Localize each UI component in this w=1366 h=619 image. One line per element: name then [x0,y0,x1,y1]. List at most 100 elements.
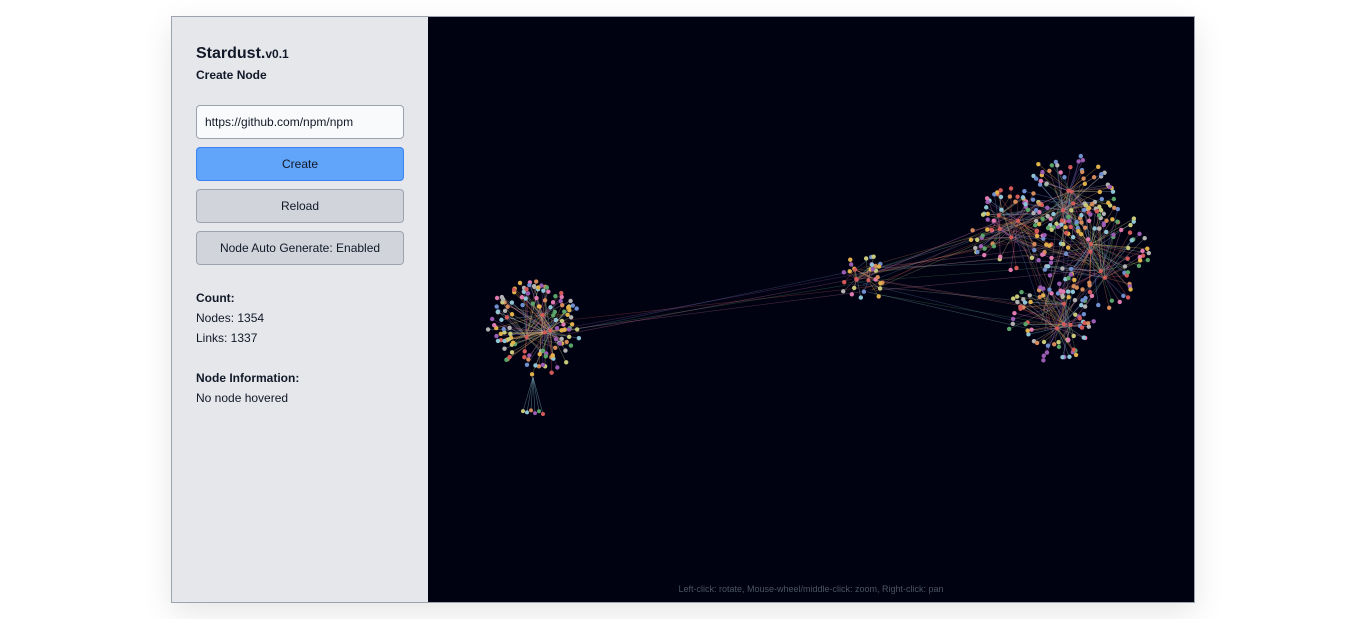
graph-node [1078,153,1083,159]
graph-node [1071,347,1076,352]
graph-link [538,291,866,334]
graph-node [559,294,564,300]
graph-node [495,309,501,315]
graph-node [1073,312,1078,317]
graph-node [1077,316,1083,321]
graph-node [1056,339,1061,345]
graph-node [1121,293,1126,299]
graph-node [869,262,875,268]
graph-node [519,294,525,300]
graph-node [1145,246,1150,251]
graph-node [553,336,559,342]
graph-node [1128,287,1133,292]
repo-url-input[interactable] [196,105,404,139]
graph-node [1044,242,1049,247]
graph-node [1072,277,1077,283]
graph-node [1042,233,1047,238]
graph-node [1063,251,1069,256]
graph-canvas[interactable]: Left-click: rotate, Mouse-wheel/middle-c… [428,17,1194,602]
graph-node [1047,273,1053,278]
graph-node [1033,223,1038,228]
graph-node [1047,287,1052,292]
app-version: v0.1 [265,47,289,61]
graph-node [1145,257,1151,263]
graph-node [1037,201,1042,206]
graph-node [1047,168,1052,174]
graph-node [970,228,975,233]
graph-visualization[interactable] [428,17,1194,602]
controls-hint: Left-click: rotate, Mouse-wheel/middle-c… [678,584,944,594]
graph-node [560,302,565,308]
graph-node [1104,229,1109,235]
nodes-count: Nodes: 1354 [196,311,265,325]
graph-node [502,346,507,351]
graph-node [1023,202,1028,207]
graph-node [1086,324,1092,329]
graph-node [1081,176,1086,181]
graph-node [1045,343,1051,348]
graph-node [871,254,876,259]
graph-node [1060,266,1065,271]
graph-node [1019,290,1024,295]
graph-node [1029,255,1035,260]
graph-node [1008,267,1013,273]
graph-node [1088,249,1093,254]
graph-node [495,338,501,344]
graph-node [541,411,545,416]
graph-node [1022,188,1027,194]
graph-node [568,298,573,304]
graph-node [1067,354,1072,359]
graph-node [534,295,539,301]
graph-node [1007,194,1013,199]
graph-node [1060,293,1065,298]
graph-node [1069,208,1074,213]
graph-node [1012,311,1017,316]
graph-node [1054,326,1059,331]
create-button[interactable]: Create [196,147,404,181]
graph-node [1062,175,1067,180]
graph-node [1079,220,1084,225]
graph-node [494,333,499,339]
graph-node [1066,214,1071,220]
graph-node [997,227,1002,232]
graph-node [522,349,527,354]
graph-link [869,221,1000,291]
graph-node [1040,169,1045,175]
auto-generate-toggle-button[interactable]: Node Auto Generate: Enabled [196,231,404,265]
graph-node [1098,269,1103,274]
graph-node [1010,296,1016,301]
graph-node [1054,221,1059,226]
graph-node [540,362,546,368]
graph-node [548,328,553,333]
graph-node [1074,219,1079,225]
reload-button[interactable]: Reload [196,189,404,223]
graph-node [1146,250,1152,256]
graph-node [870,266,875,272]
graph-node [842,279,847,285]
graph-node [1060,208,1065,213]
graph-node [998,188,1003,193]
graph-node [1080,169,1085,175]
graph-node [876,294,881,299]
graph-node [1033,208,1039,213]
graph-node [1034,228,1040,233]
graph-node [533,363,538,368]
graph-node [1028,299,1033,305]
graph-node [1037,294,1042,300]
graph-node [1036,257,1041,263]
graph-node [991,244,997,249]
graph-node [540,312,545,317]
graph-node [866,278,871,283]
graph-node [536,285,541,290]
graph-link [873,293,1067,328]
graph-node [996,213,1001,218]
graph-node [1040,252,1045,257]
graph-node [558,298,563,304]
graph-node [1098,208,1104,213]
graph-node [853,267,858,272]
graph-node [541,288,546,293]
graph-node [1049,291,1054,296]
graph-node [510,340,516,345]
graph-node [550,300,556,305]
graph-node [848,262,854,267]
